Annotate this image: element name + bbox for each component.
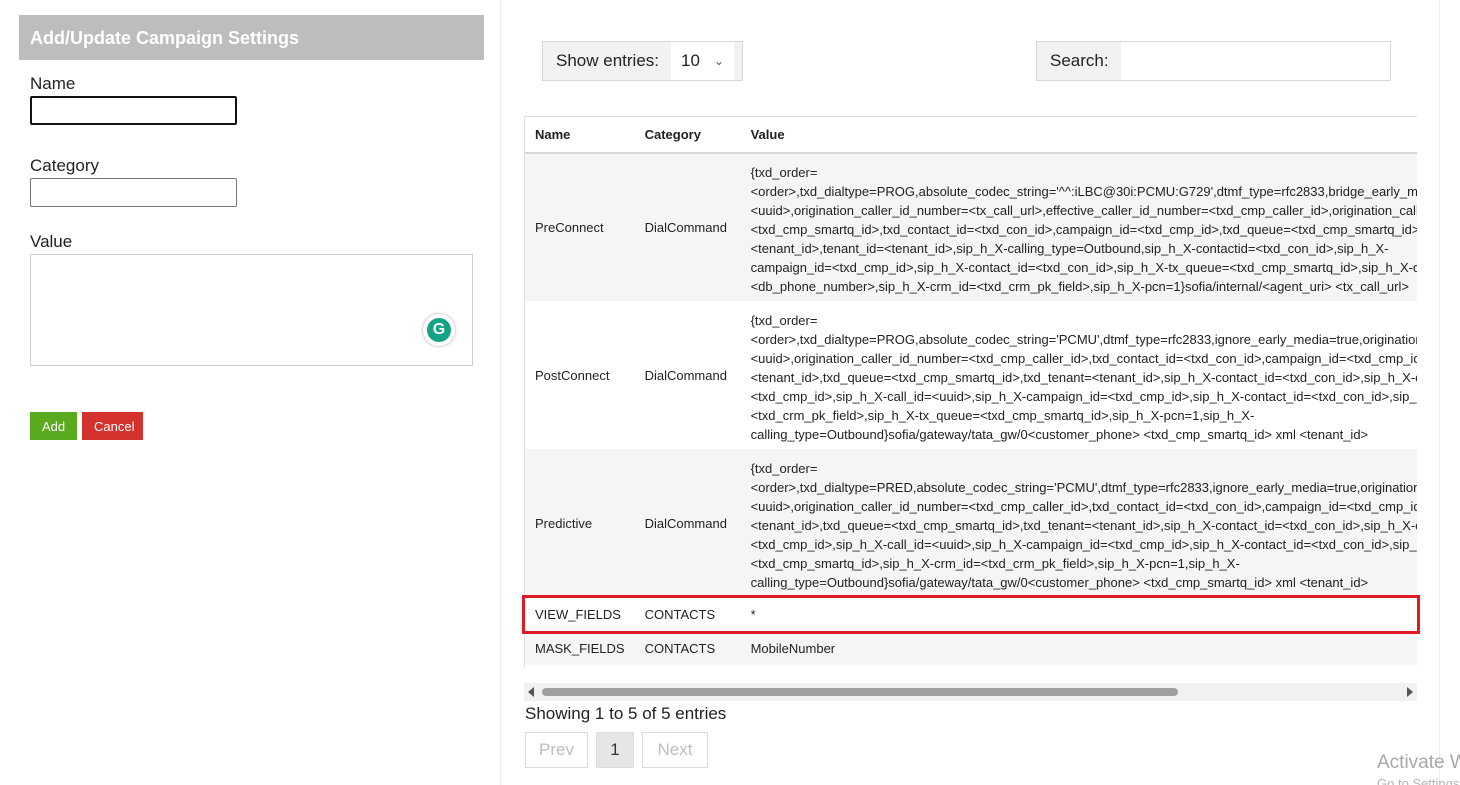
search-control: Search: <box>1036 41 1391 81</box>
value-textarea[interactable]: G <box>30 254 473 366</box>
value-line: <uuid>,origination_caller_id_number=<tx_… <box>750 203 1417 218</box>
grammarly-icon[interactable]: G <box>423 314 455 346</box>
value-line: <uuid>,origination_caller_id_number=<txd… <box>750 350 1417 366</box>
value-line: <tenant_id>,txd_queue=<txd_cmp_smartq_id… <box>750 517 1417 533</box>
form-title: Add/Update Campaign Settings <box>19 15 484 60</box>
value-line: calling_type=Outbound}sofia/gateway/tata… <box>750 574 1369 590</box>
grammarly-letter: G <box>427 318 451 342</box>
value-line: {txd_order= <box>750 312 818 328</box>
horizontal-scrollbar[interactable] <box>524 683 1417 701</box>
value-line: <db_phone_number>,sip_h_X-crm_id=<txd_cr… <box>750 279 1409 294</box>
show-entries-value: 10 <box>681 51 700 70</box>
value-line: campaign_id=<txd_cmp_id>,sip_h_X-contact… <box>750 260 1417 275</box>
page-1-button[interactable]: 1 <box>596 732 634 768</box>
value-line: <txd_cmp_id>,sip_h_X-call_id=<uuid>,sip_… <box>750 536 1417 552</box>
cell-category: DialCommand <box>644 367 727 383</box>
cell-value: {txd_order= <order>,txd_dialtype=PRED,abs… <box>741 449 1417 597</box>
activate-windows-subtext: Go to Settings to activate Windows. <box>1377 776 1460 785</box>
form-body: Name Category Value G Add Cancel <box>19 74 484 440</box>
name-label: Name <box>30 74 76 93</box>
column-header-name[interactable]: Name <box>525 117 635 154</box>
value-line: <txd_cmp_smartq_id>,txd_contact_id=<txd_… <box>750 222 1417 237</box>
value-line: <order>,txd_dialtype=PROG,absolute_codec… <box>750 184 1417 199</box>
column-header-value[interactable]: Value <box>740 117 1417 154</box>
show-entries-control: Show entries: 10 ⌄ <box>542 41 743 81</box>
settings-table: Name Category Value PreConnect DialComman… <box>525 117 1417 665</box>
scroll-left-arrow-icon[interactable] <box>528 687 534 697</box>
value-line: <order>,txd_dialtype=PROG,absolute_codec… <box>750 331 1417 347</box>
chevron-down-icon: ⌄ <box>713 54 724 68</box>
campaign-settings-form: Add/Update Campaign Settings Name Catego… <box>19 15 484 440</box>
value-line: calling_type=Outbound}sofia/gateway/tata… <box>750 426 1369 442</box>
value-line: <tenant_id>,txd_queue=<txd_cmp_smartq_id… <box>750 369 1417 385</box>
cell-name: PostConnect <box>535 367 610 383</box>
cell-name: PreConnect <box>535 220 604 235</box>
cell-category: CONTACTS <box>644 640 716 656</box>
value-line: <txd_crm_pk_field>,sip_h_X-tx_queue=<txd… <box>750 407 1255 423</box>
cancel-button[interactable]: Cancel <box>82 412 143 440</box>
next-page-button[interactable]: Next <box>642 732 708 768</box>
column-header-category[interactable]: Category <box>634 117 741 154</box>
table-body: PreConnect DialCommand {txd_order= <order>,… <box>525 153 1417 665</box>
cell-name: MASK_FIELDS <box>535 640 625 656</box>
table-row[interactable]: VIEW_FIELDS CONTACTS * <box>525 597 1417 631</box>
search-label: Search: <box>1050 51 1109 70</box>
cell-name: VIEW_FIELDS <box>535 606 621 622</box>
value-line: <tenant_id>,tenant_id=<tenant_id>,sip_h_… <box>750 241 1389 256</box>
cell-category: DialCommand <box>644 515 727 531</box>
show-entries-select[interactable]: 10 ⌄ <box>671 42 734 80</box>
category-label: Category <box>30 156 99 175</box>
table-info: Showing 1 to 5 of 5 entries <box>525 704 727 723</box>
activate-windows-watermark: Activate Windows <box>1377 752 1460 773</box>
value-line: <order>,txd_dialtype=PRED,absolute_codec… <box>750 479 1417 495</box>
value-line: * <box>750 606 756 622</box>
table-header-row: Name Category Value <box>525 117 1417 154</box>
table-row[interactable]: PreConnect DialCommand {txd_order= <order>,… <box>525 153 1417 301</box>
table-row[interactable]: Predictive DialCommand {txd_order= <order>,… <box>525 449 1417 597</box>
cell-category: DialCommand <box>644 220 727 235</box>
cell-value: * <box>741 597 1417 631</box>
value-label: Value <box>30 232 73 251</box>
table-row[interactable]: PostConnect DialCommand {txd_order= <order>… <box>525 301 1417 449</box>
value-line: {txd_order= <box>750 165 818 180</box>
value-line: {txd_order= <box>750 460 818 476</box>
search-input[interactable] <box>1120 42 1390 80</box>
cell-category: CONTACTS <box>644 606 716 622</box>
show-entries-label: Show entries: <box>556 51 659 70</box>
value-line: <uuid>,origination_caller_id_number=<txd… <box>750 498 1417 514</box>
category-input[interactable] <box>30 178 237 207</box>
prev-page-button[interactable]: Prev <box>525 732 588 768</box>
pagination: Prev 1 Next <box>525 732 708 768</box>
settings-table-scroll[interactable]: Name Category Value PreConnect DialComman… <box>524 116 1417 668</box>
name-input[interactable] <box>30 96 237 125</box>
scrollbar-thumb[interactable] <box>542 688 1178 696</box>
cell-value: MobileNumber <box>741 631 1417 665</box>
value-line: MobileNumber <box>750 640 836 656</box>
scroll-right-arrow-icon[interactable] <box>1407 687 1413 697</box>
cell-value: {txd_order= <order>,txd_dialtype=PROG,abs… <box>741 153 1417 301</box>
form-buttons: Add Cancel <box>30 412 473 440</box>
value-line: <txd_cmp_smartq_id>,sip_h_X-crm_id=<txd_… <box>750 555 1240 571</box>
value-line: <txd_cmp_id>,sip_h_X-call_id=<uuid>,sip_… <box>750 388 1417 404</box>
settings-table-panel: Show entries: 10 ⌄ Search: Name Category… <box>500 0 1440 785</box>
cell-value: {txd_order= <order>,txd_dialtype=PROG,abs… <box>741 301 1417 449</box>
add-button[interactable]: Add <box>30 412 77 440</box>
cell-name: Predictive <box>535 515 593 531</box>
table-row[interactable]: MASK_FIELDS CONTACTS MobileNumber <box>525 631 1417 665</box>
